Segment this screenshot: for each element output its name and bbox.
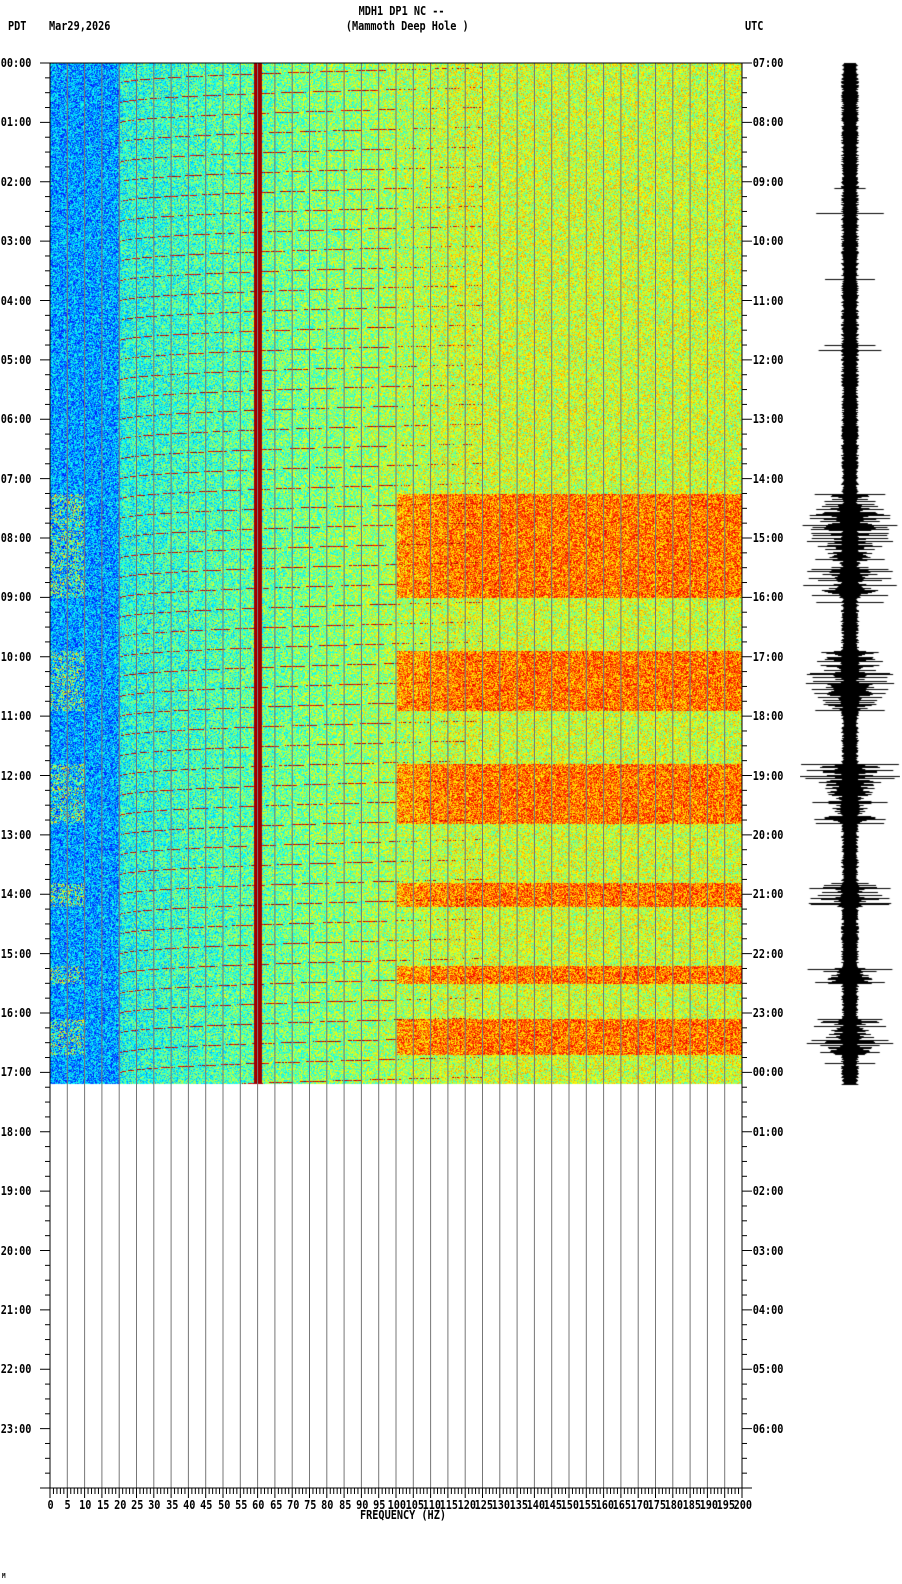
y-left-tick-label: 05:00	[0, 352, 32, 367]
y-right-tick-label: 13:00	[752, 412, 784, 427]
x-tick-label: 85	[338, 1498, 352, 1512]
y-left-tick-label: 14:00	[0, 887, 32, 902]
y-right-tick-label: 09:00	[752, 174, 784, 189]
x-tick-label: 30	[148, 1498, 161, 1512]
seismogram-trace	[800, 40, 900, 1100]
x-tick-label: 180	[664, 1498, 684, 1512]
y-right-tick-label: 08:00	[752, 115, 784, 130]
x-axis-label: FREQUENCY (HZ)	[360, 1508, 446, 1522]
x-tick-label: 145	[543, 1498, 563, 1512]
y-right-tick-label: 16:00	[752, 590, 784, 605]
y-left-tick-label: 06:00	[0, 412, 32, 427]
y-left-tick-label: 08:00	[0, 531, 32, 545]
y-right-tick-label: 12:00	[752, 352, 784, 367]
y-right-tick-label: 05:00	[752, 1362, 784, 1377]
y-right-tick-label: 00:00	[752, 1065, 784, 1080]
x-tick-label: 195	[716, 1498, 736, 1512]
y-left-tick-label: 23:00	[0, 1421, 32, 1436]
y-right-tick-label: 23:00	[752, 1006, 784, 1020]
x-tick-label: 130	[491, 1498, 511, 1512]
y-left-tick-label: 09:00	[0, 590, 32, 605]
footer-mark: M	[2, 1572, 6, 1580]
y-right-tick-label: 17:00	[752, 649, 784, 664]
x-tick-label: 55	[234, 1498, 248, 1512]
y-right-tick-label: 19:00	[752, 768, 784, 783]
y-left-tick-label: 21:00	[0, 1302, 32, 1317]
y-left-tick-label: 02:00	[0, 174, 32, 189]
y-left-tick-label: 19:00	[0, 1184, 32, 1199]
x-tick-label: 35	[165, 1498, 179, 1512]
y-left-tick-label: 10:00	[0, 649, 32, 664]
x-tick-label: 120	[457, 1498, 476, 1512]
y-left-tick-label: 16:00	[0, 1006, 32, 1020]
x-tick-label: 135	[509, 1498, 528, 1512]
x-tick-label: 65	[269, 1498, 282, 1512]
y-left-tick-label: 18:00	[0, 1124, 32, 1139]
y-right-tick-label: 18:00	[752, 709, 784, 724]
x-tick-label: 45	[200, 1498, 213, 1512]
spectrogram-page: MDH1 DP1 NC -- (Mammoth Deep Hole ) PDT …	[0, 0, 902, 1584]
y-left-tick-label: 13:00	[0, 827, 32, 842]
x-tick-label: 190	[699, 1498, 718, 1512]
x-tick-label: 15	[96, 1498, 109, 1512]
y-right-tick-label: 07:00	[752, 56, 784, 70]
x-tick-label: 140	[526, 1498, 545, 1512]
y-left-tick-label: 03:00	[0, 234, 32, 249]
x-tick-label: 70	[286, 1498, 300, 1512]
x-tick-label: 125	[474, 1498, 493, 1512]
x-tick-label: 80	[321, 1498, 334, 1512]
y-right-tick-label: 02:00	[752, 1184, 784, 1199]
x-tick-label: 5	[64, 1498, 71, 1512]
x-tick-label: 170	[630, 1498, 649, 1512]
y-right-tick-label: 01:00	[752, 1124, 784, 1139]
y-right-tick-label: 14:00	[752, 471, 784, 486]
x-tick-label: 75	[304, 1498, 317, 1512]
x-tick-label: 185	[682, 1498, 701, 1512]
y-left-tick-label: 04:00	[0, 293, 32, 308]
y-left-tick-label: 20:00	[0, 1243, 32, 1258]
y-left-tick-label: 15:00	[0, 946, 32, 961]
y-left-tick-label: 22:00	[0, 1362, 32, 1377]
y-left-tick-label: 12:00	[0, 768, 32, 783]
y-right-tick-label: 10:00	[752, 234, 784, 249]
y-left-tick-label: 07:00	[0, 471, 32, 486]
x-tick-label: 10	[79, 1498, 92, 1512]
y-right-tick-label: 11:00	[752, 293, 784, 308]
x-tick-label: 155	[578, 1498, 597, 1512]
y-left-tick-label: 17:00	[0, 1065, 32, 1080]
x-tick-label: 60	[252, 1498, 265, 1512]
y-right-tick-label: 03:00	[752, 1243, 784, 1258]
x-tick-label: 50	[217, 1498, 230, 1512]
y-right-tick-label: 06:00	[752, 1421, 784, 1436]
x-tick-label: 160	[595, 1498, 615, 1512]
x-tick-label: 175	[647, 1498, 666, 1512]
x-tick-label: 25	[131, 1498, 144, 1512]
y-left-tick-label: 00:00	[0, 56, 32, 70]
y-left-tick-label: 01:00	[0, 115, 32, 130]
x-tick-label: 200	[734, 1498, 753, 1512]
y-right-tick-label: 21:00	[752, 887, 784, 902]
x-tick-label: 40	[183, 1498, 196, 1512]
y-right-tick-label: 15:00	[752, 531, 784, 545]
y-right-tick-label: 22:00	[752, 946, 784, 961]
y-right-tick-label: 04:00	[752, 1302, 784, 1317]
x-tick-label: 165	[612, 1498, 632, 1512]
y-right-tick-label: 20:00	[752, 827, 784, 842]
x-tick-label: 20	[113, 1498, 127, 1512]
x-tick-label: 0	[47, 1498, 54, 1512]
y-left-tick-label: 11:00	[0, 709, 32, 724]
x-tick-label: 150	[561, 1498, 580, 1512]
